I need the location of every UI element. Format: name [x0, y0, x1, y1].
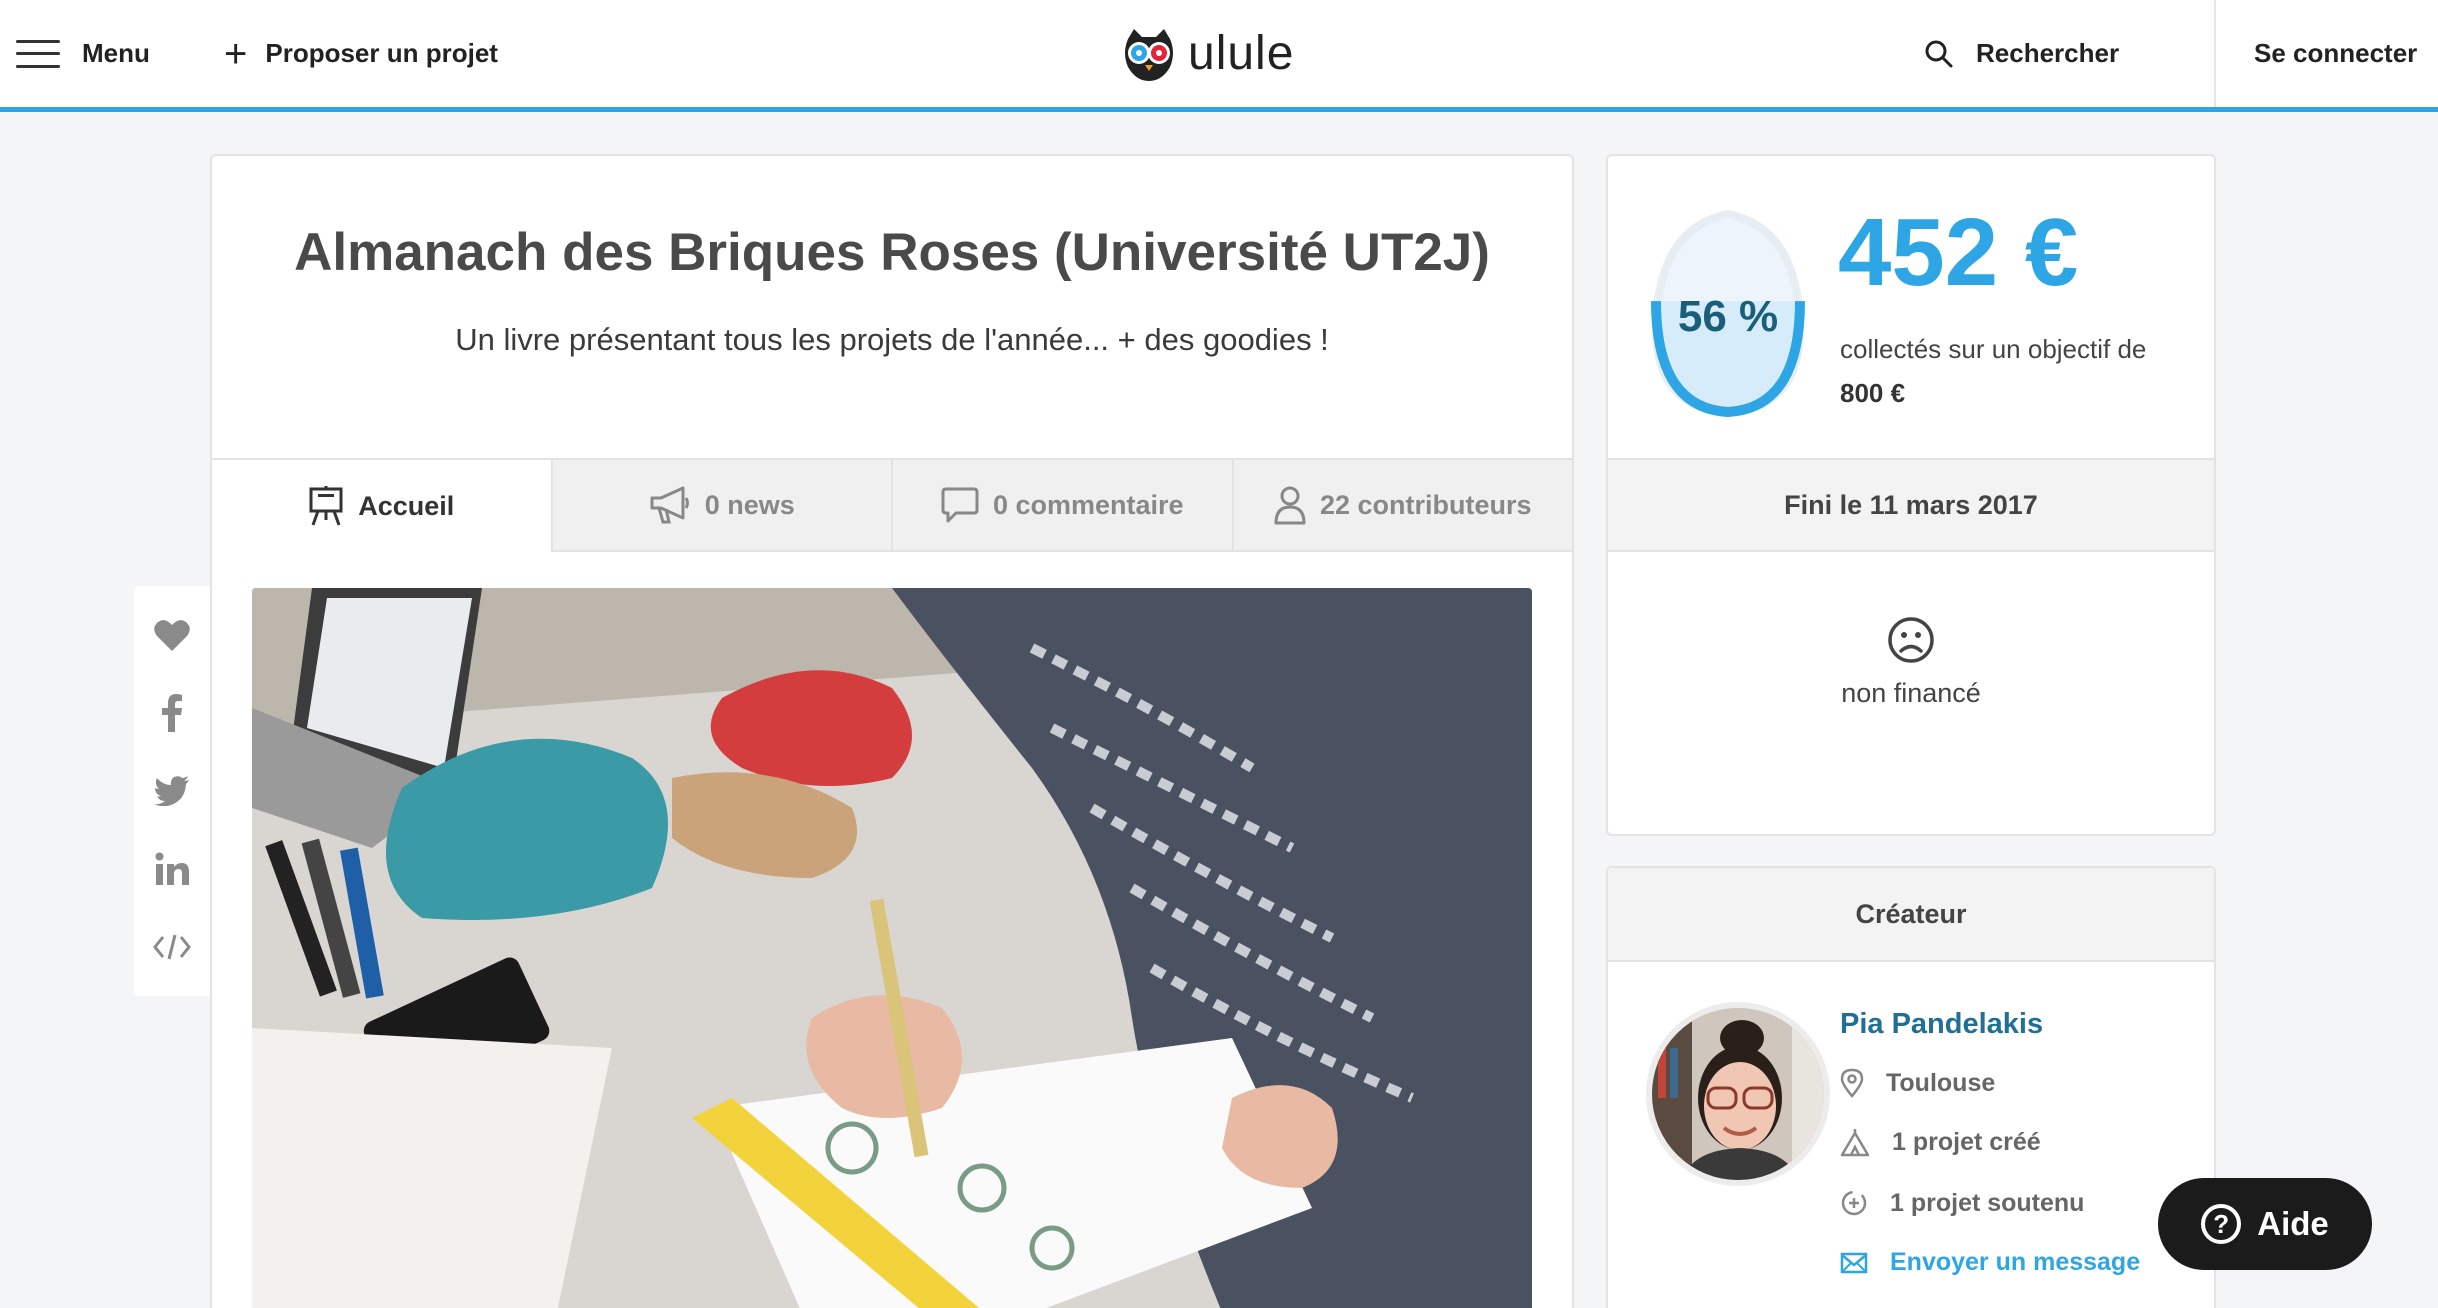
creator-card: Créateur Pia Pandelakis Toulouse 1 proje… [1606, 866, 2216, 1308]
avatar[interactable] [1646, 1002, 1830, 1186]
creator-header: Créateur [1608, 868, 2214, 962]
menu-button[interactable]: Menu [16, 0, 150, 107]
creator-name[interactable]: Pia Pandelakis [1840, 1008, 2043, 1041]
project-card: Almanach des Briques Roses (Université U… [210, 154, 1574, 1308]
owl-logo-icon [1125, 28, 1173, 81]
header-divider [2214, 0, 2216, 107]
goal-amount: 800 € [1840, 378, 1906, 408]
tab-contributors-label: 22 contributeurs [1319, 489, 1532, 520]
funding-percent: 56 % [1677, 292, 1779, 341]
tab-accueil-label: Accueil [358, 490, 455, 521]
funding-card: 56 % 452 € collectés sur un objectif de … [1606, 154, 2216, 836]
project-subtitle: Un livre présentant tous les projets de … [455, 322, 1329, 357]
logo-text: ulule [1188, 27, 1295, 80]
project-title: Almanach des Briques Roses (Université U… [294, 223, 1490, 282]
project-photo[interactable] [252, 588, 1532, 1308]
comment-bubble-icon [941, 487, 979, 523]
projects-backed-label: 1 projet soutenu [1890, 1188, 2085, 1217]
share-sidebar [134, 586, 210, 996]
facebook-icon[interactable] [152, 693, 192, 733]
user-icon [1274, 486, 1306, 525]
sad-face-icon [1608, 616, 2214, 664]
creator-projects-created: 1 projet créé [1840, 1128, 2041, 1157]
question-mark-icon: ? [2201, 1204, 2242, 1244]
heart-icon[interactable] [152, 615, 192, 655]
end-date-label: Fini le 11 mars 2017 [1784, 489, 2038, 520]
search-label: Rechercher [1976, 38, 2120, 68]
tent-icon [1840, 1128, 1870, 1156]
twitter-icon[interactable] [152, 771, 192, 811]
search-icon [1925, 40, 1953, 67]
creator-location-label: Toulouse [1886, 1068, 1996, 1097]
funding-status: non financé [1841, 678, 1981, 708]
embed-code-icon[interactable] [152, 927, 192, 967]
login-label: Se connecter [2254, 38, 2418, 68]
propose-project-link[interactable]: + Proposer un projet [224, 0, 498, 107]
projects-created-label: 1 projet créé [1892, 1128, 2041, 1156]
support-icon [1841, 1190, 1867, 1216]
tab-comments-label: 0 commentaire [992, 489, 1184, 520]
amount-raised: 452 € [1838, 199, 2079, 306]
tab-news-label: 0 news [704, 489, 795, 520]
easel-icon [309, 486, 343, 526]
goal-description: collectés sur un objectif de [1840, 334, 2147, 364]
location-pin-icon [1840, 1068, 1864, 1098]
help-label: Aide [2257, 1205, 2329, 1242]
creator-location: Toulouse [1840, 1068, 1995, 1098]
login-button[interactable]: Se connecter [2254, 0, 2417, 107]
tab-accueil[interactable]: Accueil [212, 460, 551, 552]
menu-label: Menu [82, 38, 150, 68]
search-button[interactable]: Rechercher [1924, 0, 2119, 107]
plus-icon: + [224, 31, 248, 76]
send-message-link[interactable]: Envoyer un message [1840, 1248, 2140, 1277]
envelope-icon [1840, 1252, 1868, 1273]
help-button[interactable]: ? Aide [2158, 1178, 2372, 1270]
tab-comments[interactable]: 0 commentaire [891, 460, 1232, 552]
project-tabs: Accueil 0 news 0 commentaire 22 contribu… [212, 458, 1572, 552]
campaign-end-date: Fini le 11 mars 2017 [1608, 458, 2214, 552]
linkedin-icon[interactable] [152, 849, 192, 889]
creator-header-label: Créateur [1855, 898, 1967, 929]
send-message-label: Envoyer un message [1890, 1248, 2141, 1276]
tab-news[interactable]: 0 news [550, 460, 891, 552]
top-navigation-bar: Menu + Proposer un projet ulule Recherch… [0, 0, 2438, 112]
megaphone-icon [650, 486, 689, 524]
propose-project-label: Proposer un projet [265, 38, 498, 68]
ulule-logo[interactable]: ulule [1120, 0, 1294, 107]
tab-contributors[interactable]: 22 contributeurs [1231, 460, 1572, 552]
hamburger-icon [16, 39, 60, 68]
project-photo-illustration [252, 588, 1532, 1308]
creator-projects-backed: 1 projet soutenu [1840, 1188, 2084, 1218]
